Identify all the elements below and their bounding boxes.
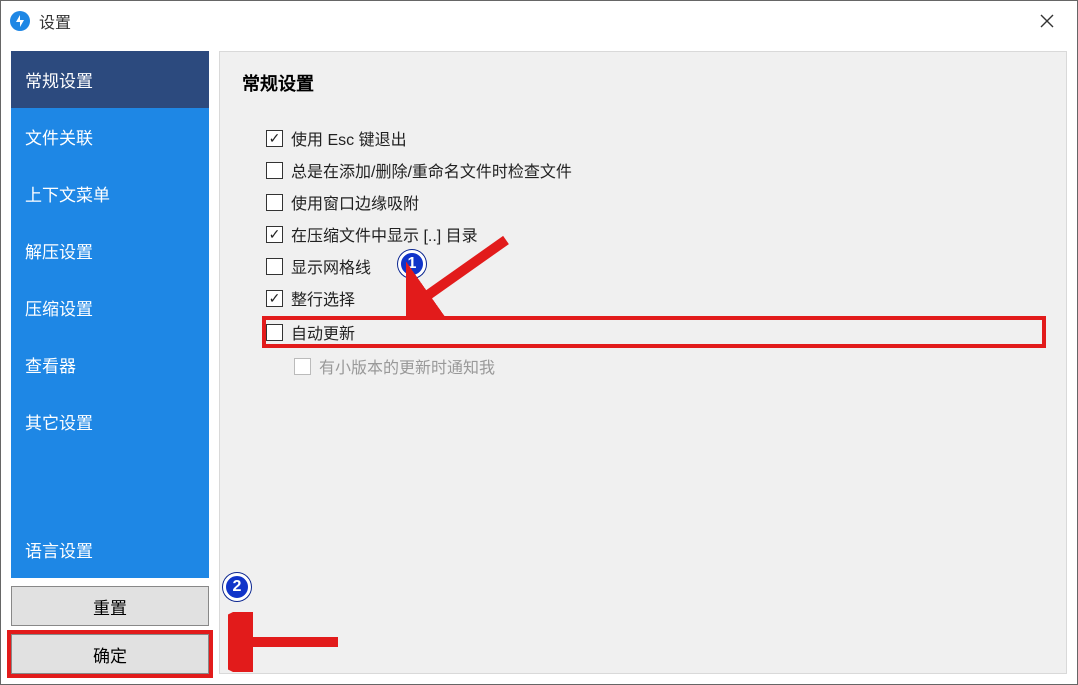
checkbox[interactable] — [266, 226, 283, 243]
checkbox[interactable] — [266, 290, 283, 307]
checkbox — [294, 358, 311, 375]
option-row[interactable]: 使用 Esc 键退出 — [266, 126, 1044, 150]
option-label: 自动更新 — [291, 320, 355, 344]
nav-list: 常规设置文件关联上下文菜单解压设置压缩设置查看器其它设置语言设置 — [11, 51, 209, 578]
nav-item[interactable]: 上下文菜单 — [11, 165, 209, 222]
section-heading: 常规设置 — [242, 70, 1044, 96]
annotation-arrow-2 — [228, 612, 348, 672]
option-row[interactable]: 总是在添加/删除/重命名文件时检查文件 — [266, 158, 1044, 182]
checkbox[interactable] — [266, 130, 283, 147]
nav-item[interactable]: 解压设置 — [11, 222, 209, 279]
reset-button[interactable]: 重置 — [11, 586, 209, 626]
app-icon — [9, 10, 31, 32]
option-label: 整行选择 — [291, 286, 355, 310]
checkbox[interactable] — [266, 324, 283, 341]
close-icon — [1040, 14, 1054, 28]
sidebar: 常规设置文件关联上下文菜单解压设置压缩设置查看器其它设置语言设置 重置 确定 — [11, 51, 209, 674]
nav-item[interactable]: 其它设置 — [11, 393, 209, 450]
nav-item[interactable]: 查看器 — [11, 336, 209, 393]
checkbox[interactable] — [266, 194, 283, 211]
main-panel: 常规设置 使用 Esc 键退出总是在添加/删除/重命名文件时检查文件使用窗口边缘… — [219, 51, 1067, 674]
option-row[interactable]: 整行选择 — [266, 286, 1044, 310]
option-label: 有小版本的更新时通知我 — [319, 354, 495, 378]
nav-item[interactable]: 压缩设置 — [11, 279, 209, 336]
option-row[interactable]: 自动更新 — [264, 318, 1044, 346]
option-label: 在压缩文件中显示 [..] 目录 — [291, 222, 478, 246]
checkbox[interactable] — [266, 258, 283, 275]
option-row[interactable]: 显示网格线 — [266, 254, 1044, 278]
titlebar: 设置 — [1, 1, 1077, 41]
window-title: 设置 — [39, 9, 71, 33]
ok-button[interactable]: 确定 — [11, 634, 209, 674]
checkbox[interactable] — [266, 162, 283, 179]
nav-item[interactable]: 语言设置 — [11, 521, 209, 578]
sidebar-buttons: 重置 确定 — [11, 578, 209, 674]
nav-item[interactable]: 常规设置 — [11, 51, 209, 108]
option-label: 显示网格线 — [291, 254, 371, 278]
close-button[interactable] — [1025, 1, 1069, 41]
option-row[interactable]: 在压缩文件中显示 [..] 目录 — [266, 222, 1044, 246]
option-label: 总是在添加/删除/重命名文件时检查文件 — [291, 158, 572, 182]
annotation-marker-2: 2 — [223, 573, 251, 601]
option-row: 有小版本的更新时通知我 — [294, 354, 1044, 378]
options-list: 使用 Esc 键退出总是在添加/删除/重命名文件时检查文件使用窗口边缘吸附在压缩… — [266, 126, 1044, 378]
option-row[interactable]: 使用窗口边缘吸附 — [266, 190, 1044, 214]
nav-item[interactable]: 文件关联 — [11, 108, 209, 165]
annotation-marker-1: 1 — [398, 250, 426, 278]
option-label: 使用 Esc 键退出 — [291, 126, 407, 150]
content: 常规设置文件关联上下文菜单解压设置压缩设置查看器其它设置语言设置 重置 确定 常… — [1, 41, 1077, 684]
option-label: 使用窗口边缘吸附 — [291, 190, 419, 214]
